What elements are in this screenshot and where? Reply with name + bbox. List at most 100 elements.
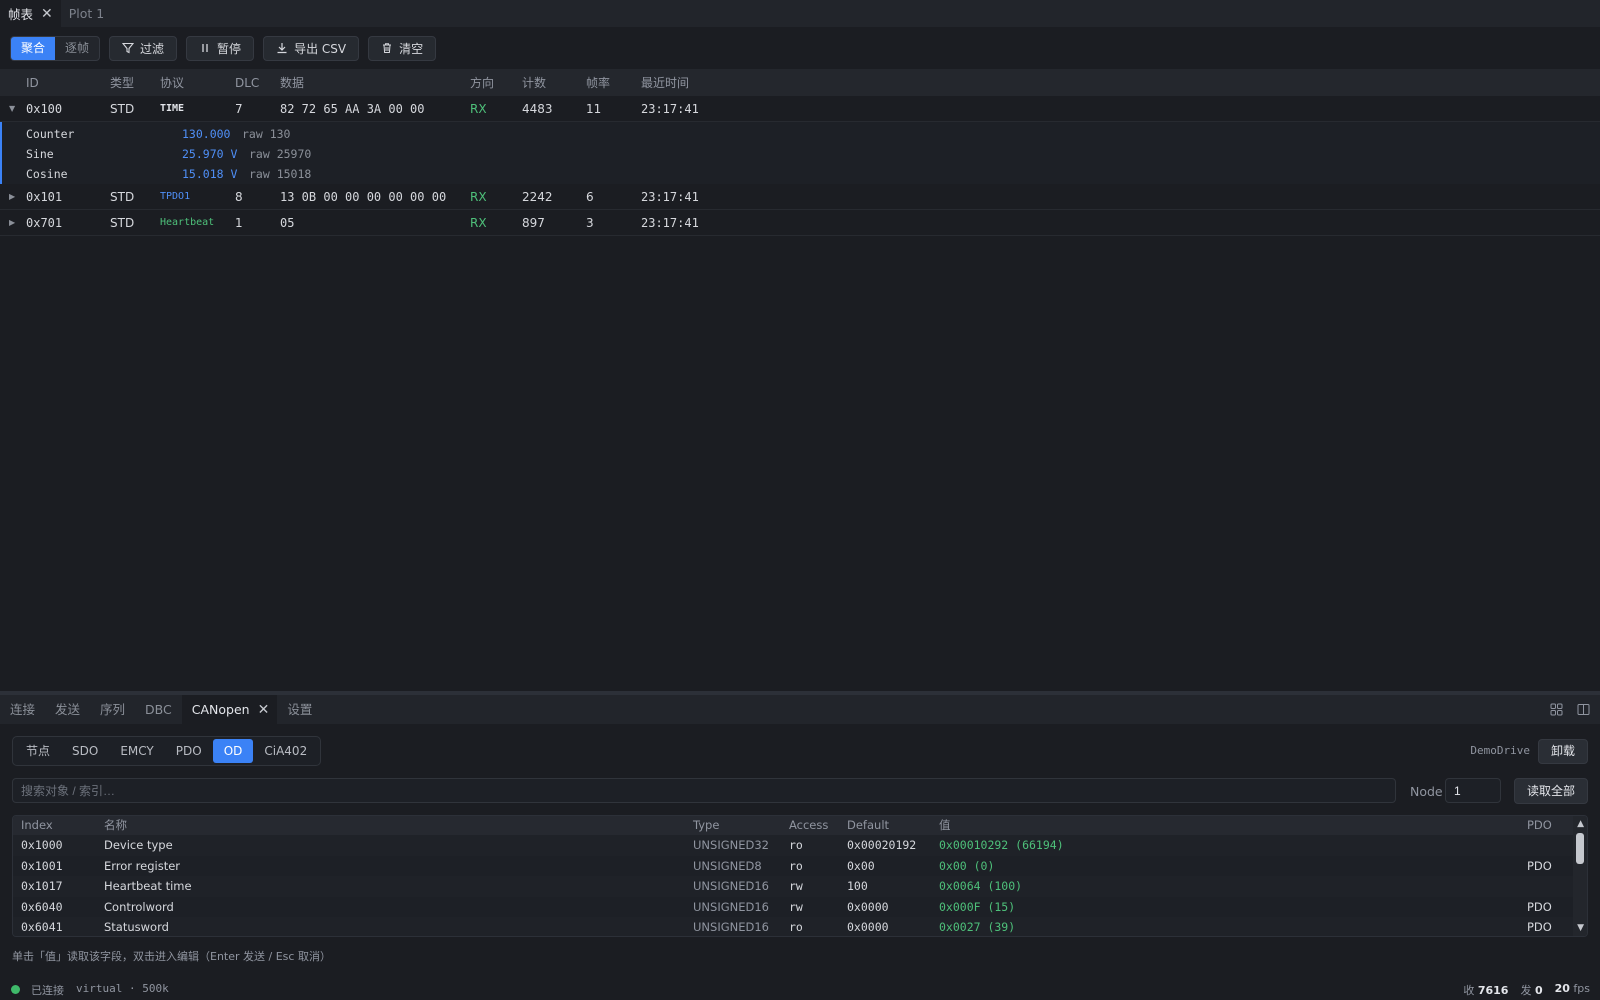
frame-direction: RX [470,101,487,116]
od-default: 0x00020192 [847,838,917,852]
close-icon[interactable]: ✕ [41,6,53,22]
unload-button[interactable]: 卸载 [1537,739,1588,764]
subtab-sdo[interactable]: SDO [61,739,109,763]
od-value[interactable]: 0x0027 (39) [939,917,1015,936]
clear-button[interactable]: 清空 [368,35,437,61]
od-scrollbar[interactable]: ▲ ▼ [1573,816,1587,936]
od-name: Statusword [104,920,169,934]
frame-data: 82 72 65 AA 3A 00 00 [280,101,425,116]
od-index: 0x6041 [21,920,63,934]
scroll-down-icon[interactable]: ▼ [1577,923,1584,933]
table-row[interactable]: ▼ 0x100 STD TIME 7 82 72 65 AA 3A 00 00 … [0,96,1600,122]
device-name: DemoDrive [1470,744,1530,757]
grid-icon[interactable] [1550,703,1563,716]
header-last-time[interactable]: 最近时间 [641,74,689,91]
od-default: 0x0000 [847,920,889,934]
header-type[interactable]: 类型 [110,74,134,91]
filter-button[interactable]: 过滤 [109,35,178,61]
traffic-stats: 收 7616 发 0 20 fps [1463,982,1590,998]
frame-rate: 11 [586,101,602,116]
node-id-input[interactable] [1445,778,1501,803]
subtab-od[interactable]: OD [212,739,254,763]
tab-plot[interactable]: Plot 1 [61,0,113,27]
frame-count: 897 [522,215,545,230]
table-row[interactable]: 0x1000 Device type UNSIGNED32 ro 0x00020… [13,835,1587,856]
od-type: UNSIGNED16 [693,879,769,893]
tab-frame-table[interactable]: 帧表 ✕ [0,0,61,27]
od-type: UNSIGNED32 [693,838,769,852]
filter-icon [122,42,135,54]
signal-name: Sine [26,147,54,161]
header-type[interactable]: Type [693,816,719,835]
tab-sequence[interactable]: 序列 [90,695,135,724]
mode-per-frame-button[interactable]: 逐帧 [55,37,99,60]
split-columns-icon[interactable] [1577,703,1590,716]
subtab-pdo[interactable]: PDO [165,739,213,763]
subtab-cia402[interactable]: CiA402 [253,739,318,763]
connection-status-dot [11,985,20,994]
table-row[interactable]: ▶ 0x701 STD Heartbeat 1 05 RX 897 3 23:1… [0,210,1600,236]
frame-protocol: Heartbeat [160,217,215,228]
scroll-thumb[interactable] [1576,833,1584,864]
od-value[interactable]: 0x000F (15) [939,897,1015,917]
od-access: ro [789,858,803,873]
header-access[interactable]: Access [789,816,828,835]
frame-id: 0x101 [26,189,63,204]
expand-arrow-icon[interactable]: ▶ [9,218,15,227]
pause-button[interactable]: 暂停 [186,35,255,61]
fps-label: fps [1573,982,1590,995]
header-value[interactable]: 值 [939,816,951,835]
table-row[interactable]: 0x1017 Heartbeat time UNSIGNED16 rw 100 … [13,876,1587,897]
frame-data: 05 [280,215,295,230]
frame-dlc: 7 [235,101,243,116]
od-value[interactable]: 0x0064 (100) [939,876,1022,896]
signal-raw: raw 25970 [249,147,312,161]
signal-name: Cosine [26,167,68,181]
header-dlc[interactable]: DLC [235,76,259,90]
mode-aggregate-button[interactable]: 聚合 [11,36,56,60]
frame-dlc: 1 [235,215,243,230]
subtab-emcy[interactable]: EMCY [109,739,164,763]
tab-canopen[interactable]: CANopen ✕ [181,695,278,724]
header-default[interactable]: Default [847,816,889,835]
header-count[interactable]: 计数 [522,74,546,91]
signal-value: 25.970 V [182,147,238,161]
status-bar: 已连接 virtual · 500k 收 7616 发 0 20 fps [0,978,1600,1000]
node-label: Node [1410,784,1443,799]
header-pdo[interactable]: PDO [1527,816,1552,835]
header-protocol[interactable]: 协议 [160,74,184,91]
table-row[interactable]: 0x6040 Controlword UNSIGNED16 rw 0x0000 … [13,897,1587,918]
od-type: UNSIGNED16 [693,899,769,914]
tx-count: 0 [1534,984,1543,997]
canopen-subtabs: 节点 SDO EMCY PDO OD CiA402 [12,736,322,766]
pause-icon [202,44,208,52]
collapse-arrow-icon[interactable]: ▼ [9,104,15,113]
subtab-nodes[interactable]: 节点 [15,739,61,763]
table-row[interactable]: 0x1001 Error register UNSIGNED8 ro 0x00 … [13,856,1587,877]
od-search-input[interactable] [12,778,1396,803]
od-value[interactable]: 0x00010292 (66194) [939,835,1064,855]
read-all-button[interactable]: 读取全部 [1513,778,1588,804]
tab-settings[interactable]: 设置 [277,695,322,724]
close-icon[interactable]: ✕ [258,702,270,718]
table-row[interactable]: 0x6041 Statusword UNSIGNED16 ro 0x0000 0… [13,917,1587,936]
export-csv-button[interactable]: 导出 CSV [263,35,360,61]
tab-connect[interactable]: 连接 [0,695,45,724]
header-name[interactable]: 名称 [104,816,127,835]
od-value[interactable]: 0x00 (0) [939,856,994,876]
frame-count: 4483 [522,101,553,116]
expand-arrow-icon[interactable]: ▶ [9,192,15,201]
od-hint-text: 单击「值」读取该字段，双击进入编辑（Enter 发送 / Esc 取消） [12,950,331,963]
header-direction[interactable]: 方向 [470,74,494,91]
frame-rate: 3 [586,215,594,230]
header-id[interactable]: ID [26,76,39,90]
header-rate[interactable]: 帧率 [586,74,610,91]
scroll-up-icon[interactable]: ▲ [1577,819,1584,829]
tab-send[interactable]: 发送 [45,695,90,724]
frame-toolbar: 聚合 逐帧 过滤 暂停 导出 CSV 清空 [0,27,1600,69]
view-mode-toggle: 聚合 逐帧 [10,35,101,61]
table-row[interactable]: ▶ 0x101 STD TPDO1 8 13 0B 00 00 00 00 00… [0,184,1600,210]
tab-dbc[interactable]: DBC [135,695,182,724]
header-index[interactable]: Index [21,816,53,835]
header-data[interactable]: 数据 [280,74,304,91]
